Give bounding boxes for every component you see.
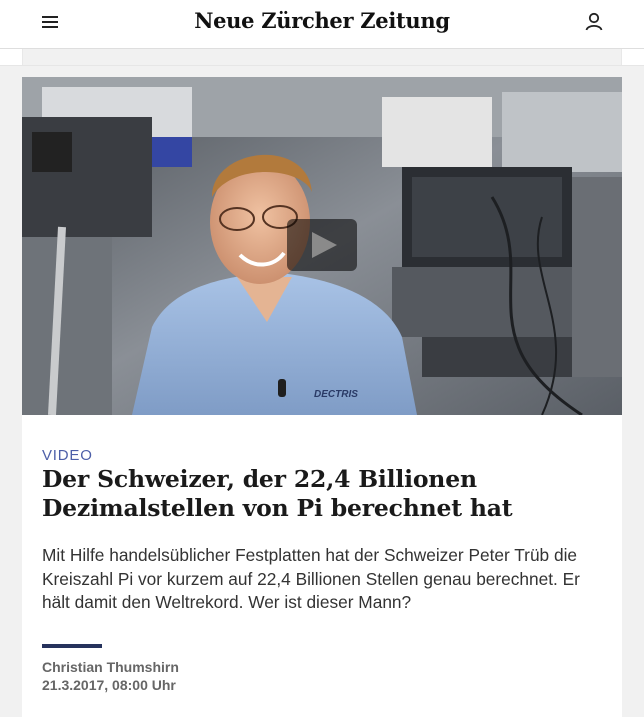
video-player[interactable]: DECTRIS xyxy=(22,77,622,415)
shirt-logo-text: DECTRIS xyxy=(314,389,358,400)
article-lead: Mit Hilfe handelsüblicher Festplatten ha… xyxy=(42,545,580,612)
user-account-icon[interactable] xyxy=(583,11,605,33)
author-divider xyxy=(42,644,102,648)
article-kicker: VIDEO xyxy=(42,447,93,464)
article-author[interactable]: Christian Thumshirn xyxy=(42,659,179,675)
sub-navigation-bar xyxy=(0,49,644,66)
site-header: Neue Zürcher Zeitung xyxy=(0,0,644,49)
article-card: DECTRIS VIDEO Der Schweizer, der 22,4 Bi… xyxy=(22,77,622,717)
play-button[interactable] xyxy=(287,219,357,271)
sub-navigation-slot xyxy=(22,49,622,65)
article-date: 21.3.2017, 08:00 Uhr xyxy=(42,677,176,693)
article-title[interactable]: Der Schweizer, der 22,4 Billionen Dezima… xyxy=(42,465,602,523)
play-icon xyxy=(312,232,337,258)
site-logo[interactable]: Neue Zürcher Zeitung xyxy=(0,8,644,33)
